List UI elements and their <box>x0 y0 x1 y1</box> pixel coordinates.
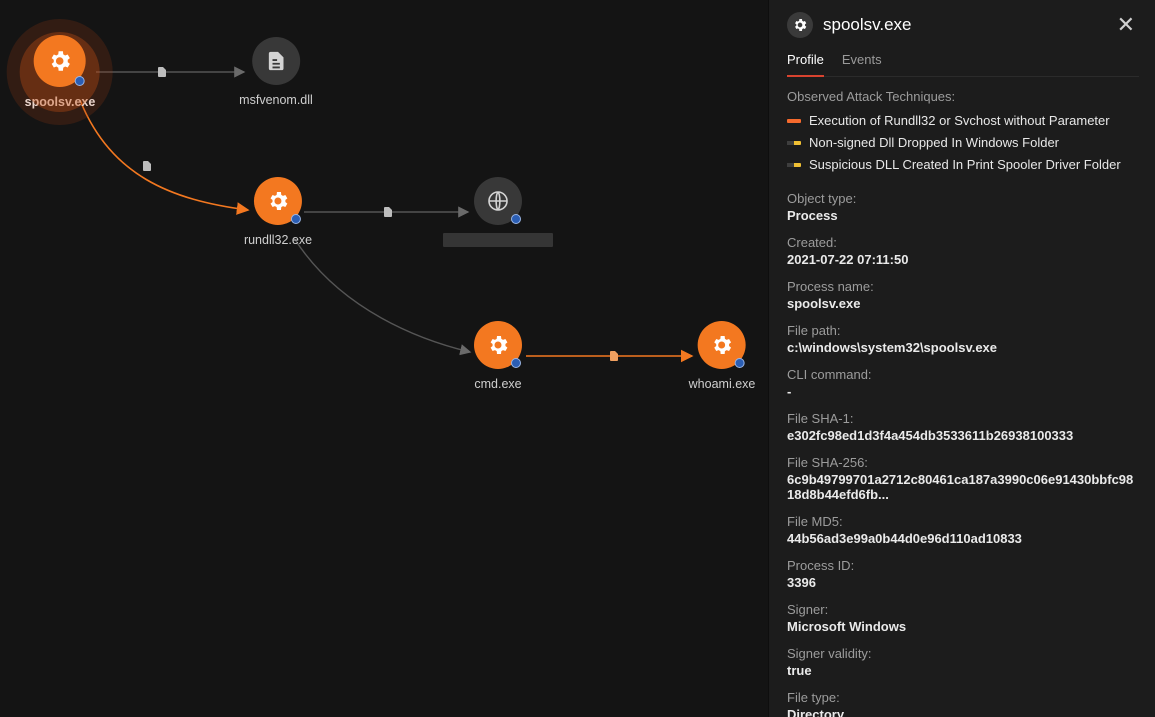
gear-icon <box>474 321 522 369</box>
field-key: Process name: <box>787 279 1139 294</box>
field-value: c:\windows\system32\spoolsv.exe <box>787 340 1139 355</box>
node-label-redacted <box>443 233 553 247</box>
node-spoolsv[interactable]: spoolsv.exe <box>25 35 96 109</box>
gear-icon <box>787 12 813 38</box>
field-value: - <box>787 384 1139 399</box>
gear-icon <box>698 321 746 369</box>
oat-list: Execution of Rundll32 or Svchost without… <box>787 110 1139 177</box>
oat-item[interactable]: Suspicious DLL Created In Print Spooler … <box>787 154 1139 176</box>
gear-icon <box>254 177 302 225</box>
close-icon: ✕ <box>1117 12 1135 37</box>
oat-text: Non-signed Dll Dropped In Windows Folder <box>809 134 1059 152</box>
edge-icon <box>606 348 622 364</box>
file-icon <box>252 37 300 85</box>
field-key: Object type: <box>787 191 1139 206</box>
field-key: File type: <box>787 690 1139 705</box>
field-value: spoolsv.exe <box>787 296 1139 311</box>
field-key: Process ID: <box>787 558 1139 573</box>
field-key: Created: <box>787 235 1139 250</box>
tab-profile[interactable]: Profile <box>787 46 824 77</box>
node-label: rundll32.exe <box>244 233 312 247</box>
field-value: 3396 <box>787 575 1139 590</box>
edge-icon <box>154 64 170 80</box>
severity-icon <box>787 119 801 123</box>
oat-item[interactable]: Non-signed Dll Dropped In Windows Folder <box>787 132 1139 154</box>
field-value: 44b56ad3e99a0b44d0e96d110ad10833 <box>787 531 1139 546</box>
panel-title: spoolsv.exe <box>823 15 1103 35</box>
field-value: e302fc98ed1d3f4a454db3533611b26938100333 <box>787 428 1139 443</box>
edge-icon <box>380 204 396 220</box>
node-msfvenom[interactable]: msfvenom.dll <box>239 37 313 107</box>
severity-icon <box>787 163 801 167</box>
oat-text: Suspicious DLL Created In Print Spooler … <box>809 156 1121 174</box>
node-label: whoami.exe <box>689 377 756 391</box>
field-key: Signer: <box>787 602 1139 617</box>
process-graph-canvas[interactable]: spoolsv.exe msfvenom.dll rundll32.exe cm… <box>0 0 768 717</box>
field-key: File path: <box>787 323 1139 338</box>
globe-icon <box>474 177 522 225</box>
details-panel: spoolsv.exe ✕ Profile Events Observed At… <box>768 0 1155 717</box>
field-key: File SHA-1: <box>787 411 1139 426</box>
field-value: Microsoft Windows <box>787 619 1139 634</box>
field-value: Directory <box>787 707 1139 717</box>
field-value: 2021-07-22 07:11:50 <box>787 252 1139 267</box>
node-label: msfvenom.dll <box>239 93 313 107</box>
panel-tabs: Profile Events <box>787 46 1139 77</box>
severity-icon <box>787 141 801 145</box>
oat-header: Observed Attack Techniques: <box>787 89 1139 104</box>
oat-item[interactable]: Execution of Rundll32 or Svchost without… <box>787 110 1139 132</box>
node-globe[interactable] <box>443 177 553 247</box>
field-value: 6c9b49799701a2712c80461ca187a3990c06e914… <box>787 472 1139 502</box>
graph-edges <box>0 0 768 717</box>
node-cmd[interactable]: cmd.exe <box>474 321 522 391</box>
close-button[interactable]: ✕ <box>1113 10 1139 40</box>
gear-icon <box>34 35 86 87</box>
node-label: cmd.exe <box>474 377 522 391</box>
edge-icon <box>139 158 155 174</box>
field-key: CLI command: <box>787 367 1139 382</box>
field-value: true <box>787 663 1139 678</box>
node-rundll32[interactable]: rundll32.exe <box>244 177 312 247</box>
field-key: Signer validity: <box>787 646 1139 661</box>
field-key: File MD5: <box>787 514 1139 529</box>
tab-events[interactable]: Events <box>842 46 882 77</box>
oat-text: Execution of Rundll32 or Svchost without… <box>809 112 1110 130</box>
field-value: Process <box>787 208 1139 223</box>
field-key: File SHA-256: <box>787 455 1139 470</box>
node-whoami[interactable]: whoami.exe <box>689 321 756 391</box>
node-label: spoolsv.exe <box>25 95 96 109</box>
